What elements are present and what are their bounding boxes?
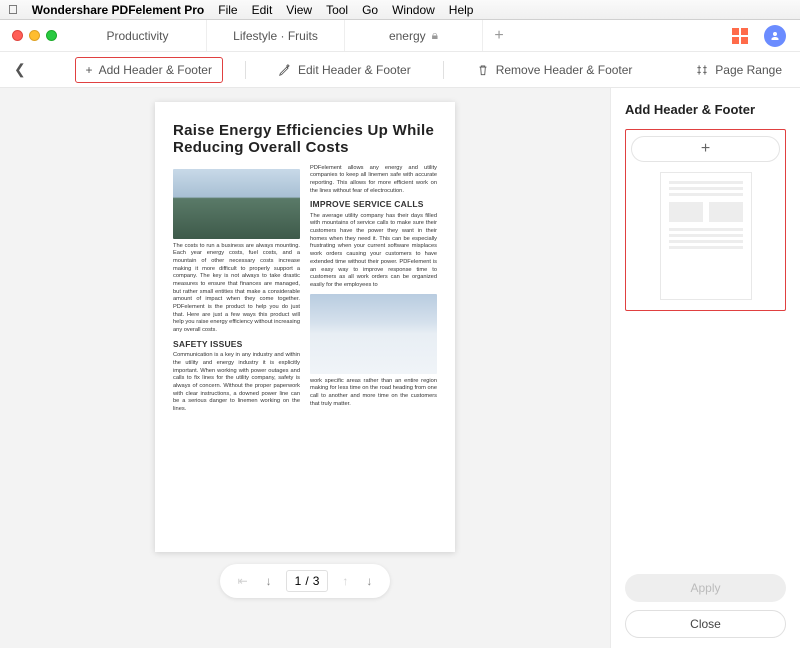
prev-page-button[interactable]: ↑ xyxy=(338,572,352,590)
page-navigator: ⇤ ↓ 1 / 3 ↑ ↓ xyxy=(220,564,391,598)
tab-productivity[interactable]: Productivity xyxy=(69,20,207,51)
app-name-menu[interactable]: Wondershare PDFelement Pro xyxy=(32,3,205,17)
menu-view[interactable]: View xyxy=(286,3,312,17)
main-area: Raise Energy Efficiencies Up While Reduc… xyxy=(0,88,800,648)
tab-label: energy xyxy=(389,29,426,43)
lock-icon: 🔒︎ xyxy=(432,28,438,43)
doc-title: Raise Energy Efficiencies Up While Reduc… xyxy=(173,122,437,157)
mountain-photo xyxy=(173,169,300,239)
first-page-button[interactable]: ⇤ xyxy=(234,572,252,590)
button-label: Close xyxy=(690,617,721,631)
add-header-footer-button[interactable]: + Add Header & Footer xyxy=(75,57,223,83)
document-tabs: Productivity Lifestyle · Fruits energy 🔒… xyxy=(69,20,724,51)
apply-button[interactable]: Apply xyxy=(625,574,786,602)
pencil-icon xyxy=(278,63,292,77)
macos-menubar:  Wondershare PDFelement Pro File Edit V… xyxy=(0,0,800,20)
page-sep: / xyxy=(305,574,308,588)
separator xyxy=(245,61,246,79)
app-grid-icon[interactable] xyxy=(732,28,748,44)
doc-paragraph: work specific areas rather than an entir… xyxy=(310,378,437,409)
page-range-button[interactable]: Page Range xyxy=(677,63,800,77)
snow-photo xyxy=(310,294,437,374)
new-tab-button[interactable]: + xyxy=(483,20,515,51)
header-footer-toolbar: ❮ + Add Header & Footer Edit Header & Fo… xyxy=(0,52,800,88)
page-range-icon xyxy=(695,63,709,77)
tool-label: Remove Header & Footer xyxy=(496,63,633,77)
side-panel: Add Header & Footer + Apply Close xyxy=(610,88,800,648)
total-pages: 3 xyxy=(313,574,320,588)
tab-label: Productivity xyxy=(106,29,168,43)
page-preview: Raise Energy Efficiencies Up While Reduc… xyxy=(155,102,455,552)
menu-tool[interactable]: Tool xyxy=(326,3,348,17)
minimize-window-button[interactable] xyxy=(29,30,40,41)
zoom-window-button[interactable] xyxy=(46,30,57,41)
template-thumbnail[interactable] xyxy=(660,172,752,300)
tool-label: Page Range xyxy=(715,63,782,77)
trash-icon xyxy=(476,63,490,77)
edit-header-footer-button[interactable]: Edit Header & Footer xyxy=(268,58,421,82)
page-counter: 1 / 3 xyxy=(286,570,329,592)
plus-icon: + xyxy=(86,63,93,77)
current-page[interactable]: 1 xyxy=(295,574,302,588)
menu-help[interactable]: Help xyxy=(449,3,474,17)
traffic-lights xyxy=(0,30,69,41)
separator xyxy=(443,61,444,79)
user-avatar[interactable] xyxy=(764,25,786,47)
back-button[interactable]: ❮ xyxy=(0,61,40,78)
tab-lifestyle-fruits[interactable]: Lifestyle · Fruits xyxy=(207,20,345,51)
doc-paragraph: Communication is a key in any industry a… xyxy=(173,352,300,414)
add-template-button[interactable]: + xyxy=(631,136,780,162)
doc-paragraph: The average utility company has their da… xyxy=(310,213,437,290)
tool-label: Add Header & Footer xyxy=(99,63,212,77)
button-label: Apply xyxy=(690,581,720,595)
window-tab-row: Productivity Lifestyle · Fruits energy 🔒… xyxy=(0,20,800,52)
next-page-button[interactable]: ↓ xyxy=(362,572,376,590)
close-window-button[interactable] xyxy=(12,30,23,41)
tab-label: Lifestyle · Fruits xyxy=(233,29,318,43)
menu-edit[interactable]: Edit xyxy=(252,3,273,17)
download-page-button[interactable]: ↓ xyxy=(262,572,276,590)
menu-go[interactable]: Go xyxy=(362,3,378,17)
menu-file[interactable]: File xyxy=(218,3,237,17)
menu-window[interactable]: Window xyxy=(392,3,435,17)
tool-label: Edit Header & Footer xyxy=(298,63,411,77)
document-canvas[interactable]: Raise Energy Efficiencies Up While Reduc… xyxy=(0,88,610,648)
apple-menu-icon[interactable]:  xyxy=(8,2,18,17)
template-picker-highlight: + xyxy=(625,129,786,311)
remove-header-footer-button[interactable]: Remove Header & Footer xyxy=(466,58,643,82)
side-panel-title: Add Header & Footer xyxy=(625,102,786,117)
doc-paragraph: PDFelement allows any energy and utility… xyxy=(310,165,437,196)
doc-heading-safety: SAFETY ISSUES xyxy=(173,339,300,350)
doc-heading-service: IMPROVE SERVICE CALLS xyxy=(310,199,437,210)
doc-paragraph: The costs to run a business are always m… xyxy=(173,243,300,335)
tab-energy[interactable]: energy 🔒︎ xyxy=(345,20,483,51)
close-button[interactable]: Close xyxy=(625,610,786,638)
